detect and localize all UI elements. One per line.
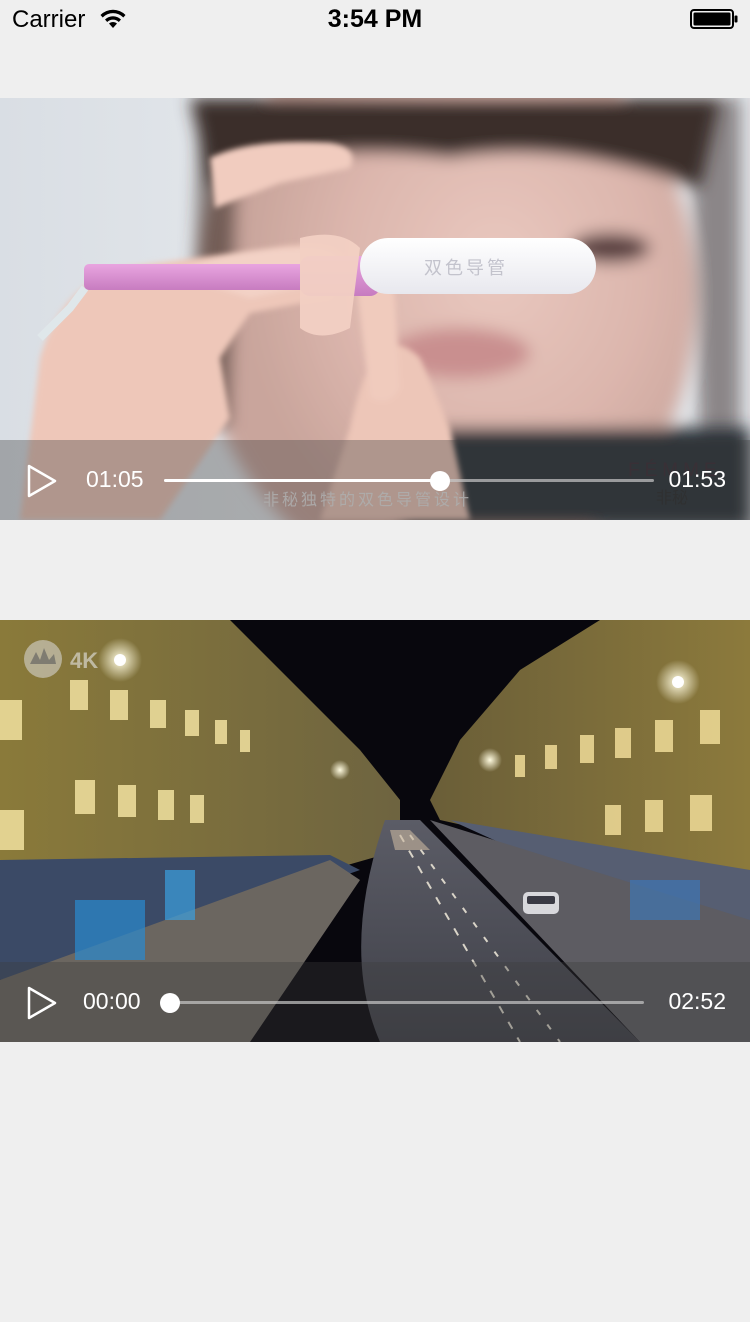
- slider-thumb[interactable]: [429, 471, 450, 491]
- play-icon[interactable]: [24, 462, 60, 500]
- svg-text:4K: 4K: [70, 648, 98, 673]
- 4k-watermark-logo: 4K: [24, 640, 98, 678]
- current-time: 01:05: [86, 466, 144, 492]
- tube-label: 双色导管: [424, 258, 508, 278]
- battery-icon: [690, 9, 738, 29]
- video-controls: 00:00 02:52: [0, 962, 750, 1042]
- status-bar: Carrier 3:54 PM: [0, 0, 750, 40]
- play-icon[interactable]: [24, 984, 60, 1022]
- clock: 3:54 PM: [327, 5, 423, 33]
- slider-fill: [164, 479, 440, 482]
- video-player-1[interactable]: 双色导管 非秘独特的双色导管设计 FÉMME 非秘 01:05 01:53: [0, 98, 750, 520]
- progress-slider[interactable]: [160, 991, 644, 1015]
- slider-track: [170, 1001, 644, 1004]
- video-player-2[interactable]: 4K 00:00 02:52: [0, 620, 750, 1042]
- slider-thumb[interactable]: [160, 993, 180, 1013]
- progress-slider[interactable]: [164, 469, 654, 493]
- video-controls: 01:05 01:53: [0, 440, 750, 520]
- current-time: 00:00: [83, 988, 141, 1014]
- total-time: 02:52: [668, 988, 726, 1014]
- total-time: 01:53: [668, 466, 726, 492]
